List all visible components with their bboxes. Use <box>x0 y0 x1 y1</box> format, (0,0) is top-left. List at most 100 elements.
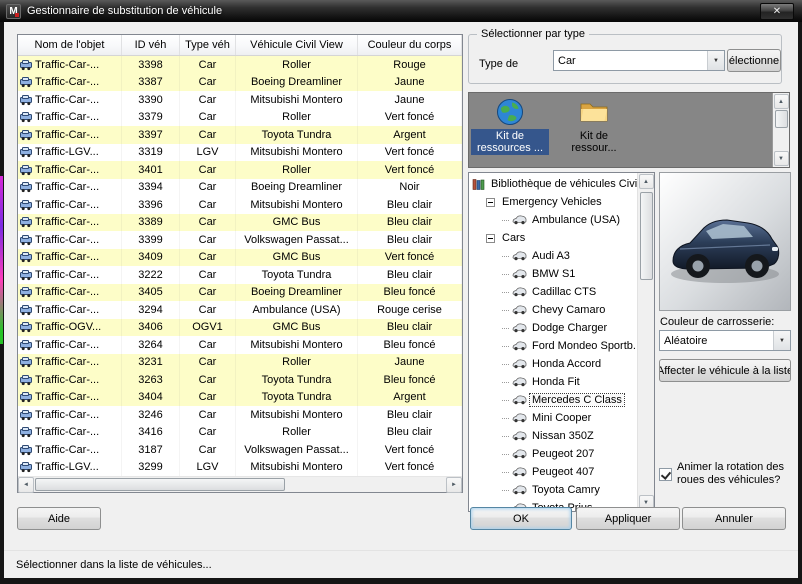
vehicle-object-icon <box>20 59 32 70</box>
tree-root[interactable]: Bibliothèque de véhicules Civil View <box>469 175 637 193</box>
column-header[interactable]: Type véh <box>180 35 236 55</box>
cell-vehicle-type: Car <box>180 406 236 424</box>
body-color-select[interactable]: Aléatoire ▼ <box>659 330 791 351</box>
status-bar: Sélectionner dans la liste de véhicules.… <box>4 550 798 578</box>
cell-vehicle-type: OGV1 <box>180 318 236 336</box>
column-header[interactable]: Nom de l'objet <box>18 35 122 55</box>
cell-body-color: Vert foncé <box>358 143 462 161</box>
table-row[interactable]: Traffic-Car-... 3396 Car Mitsubishi Montero… <box>18 196 462 214</box>
cell-vehicle-type: Car <box>180 213 236 231</box>
cell-object-name: Traffic-OGV... <box>18 318 122 336</box>
select-by-type-button[interactable]: électionne <box>727 49 781 72</box>
animate-wheels-checkbox[interactable] <box>659 467 672 481</box>
tree-item[interactable]: Nissan 350Z <box>469 427 637 445</box>
cell-object-name: Traffic-Car-... <box>18 388 122 406</box>
kit-v-scrollbar[interactable]: ▲ ▼ <box>772 93 789 167</box>
table-row[interactable]: Traffic-Car-... 3409 Car GMC Bus Vert foncé <box>18 248 462 266</box>
cell-civil-view-vehicle: Toyota Tundra <box>236 371 358 389</box>
vehicle-type-select[interactable]: Car ▼ <box>553 50 725 71</box>
tree-group[interactable]: Cars <box>469 229 637 247</box>
help-button[interactable]: Aide <box>17 507 101 530</box>
vehicle-object-icon <box>20 112 32 123</box>
resource-kit-item[interactable]: Kit de ressour... <box>555 96 633 164</box>
scroll-down-button[interactable]: ▼ <box>773 151 789 166</box>
table-row[interactable]: Traffic-Car-... 3390 Car Mitsubishi Montero… <box>18 91 462 109</box>
tree-item[interactable]: Cadillac CTS <box>469 283 637 301</box>
cell-body-color: Bleu clair <box>358 231 462 249</box>
table-row[interactable]: Traffic-OGV... 3406 OGV1 GMC Bus Bleu clair <box>18 318 462 336</box>
resource-kit-item[interactable]: Kit de ressources ... <box>471 96 549 164</box>
table-row[interactable]: Traffic-Car-... 3379 Car Roller Vert foncé <box>18 108 462 126</box>
cell-body-color: Bleu clair <box>358 423 462 441</box>
tree-item[interactable]: Chevy Camaro <box>469 301 637 319</box>
scroll-up-button[interactable]: ▲ <box>773 94 789 109</box>
chevron-down-icon[interactable]: ▼ <box>707 51 724 70</box>
tree-item[interactable]: Dodge Charger <box>469 319 637 337</box>
table-row[interactable]: Traffic-Car-... 3398 Car Roller Rouge <box>18 56 462 74</box>
h-scrollbar[interactable]: ◄ ► <box>18 476 462 493</box>
table-row[interactable]: Traffic-Car-... 3401 Car Roller Vert foncé <box>18 161 462 179</box>
table-row[interactable]: Traffic-Car-... 3397 Car Toyota Tundra Argen… <box>18 126 462 144</box>
cell-object-name: Traffic-Car-... <box>18 231 122 249</box>
table-row[interactable]: Traffic-Car-... 3399 Car Volkswagen Passat.… <box>18 231 462 249</box>
titlebar[interactable]: M Gestionnaire de substitution de véhicu… <box>0 0 802 22</box>
cell-body-color: Bleu clair <box>358 266 462 284</box>
cell-object-name: Traffic-Car-... <box>18 108 122 126</box>
scroll-right-button[interactable]: ► <box>446 476 462 493</box>
car-icon <box>512 467 527 477</box>
table-row[interactable]: Traffic-Car-... 3222 Car Toyota Tundra Bleu … <box>18 266 462 284</box>
cell-object-name: Traffic-Car-... <box>18 196 122 214</box>
collapse-icon[interactable] <box>486 233 495 243</box>
cancel-button[interactable]: Annuler <box>682 507 786 530</box>
car-preview-image <box>660 173 790 310</box>
chevron-down-icon[interactable]: ▼ <box>773 331 790 350</box>
cell-vehicle-id: 3416 <box>122 423 180 441</box>
table-row[interactable]: Traffic-Car-... 3394 Car Boeing Dreamliner N… <box>18 178 462 196</box>
h-scroll-thumb[interactable] <box>35 478 285 491</box>
tree-group[interactable]: Emergency Vehicles <box>469 193 637 211</box>
table-row[interactable]: Traffic-Car-... 3187 Car Volkswagen Passat.… <box>18 441 462 459</box>
tree-item[interactable]: Peugeot 407 <box>469 463 637 481</box>
tree-item[interactable]: Audi A3 <box>469 247 637 265</box>
tree-v-scrollbar[interactable]: ▲ ▼ <box>637 173 654 511</box>
tree-item[interactable]: Ambulance (USA) <box>469 211 637 229</box>
tree-connector <box>502 417 510 419</box>
apply-button[interactable]: Appliquer <box>576 507 680 530</box>
table-row[interactable]: Traffic-Car-... 3294 Car Ambulance (USA) Rou… <box>18 301 462 319</box>
tree-item[interactable]: BMW S1 <box>469 265 637 283</box>
cell-civil-view-vehicle: Volkswagen Passat... <box>236 231 358 249</box>
column-header[interactable]: Véhicule Civil View <box>236 35 358 55</box>
tree-item[interactable]: Peugeot 207 <box>469 445 637 463</box>
assign-vehicle-button[interactable]: Affecter le véhicule à la liste <box>659 359 791 382</box>
tree-item[interactable]: Honda Fit <box>469 373 637 391</box>
close-button[interactable]: ✕ <box>760 2 794 20</box>
tree-item[interactable]: Ford Mondeo Sportb... <box>469 337 637 355</box>
kit-scroll-thumb[interactable] <box>774 110 788 128</box>
tree-scroll-thumb[interactable] <box>639 192 653 280</box>
table-row[interactable]: Traffic-Car-... 3389 Car GMC Bus Bleu clair <box>18 213 462 231</box>
tree-item[interactable]: Toyota Camry <box>469 481 637 499</box>
cell-vehicle-id: 3409 <box>122 248 180 266</box>
table-row[interactable]: Traffic-Car-... 3404 Car Toyota Tundra Argen… <box>18 388 462 406</box>
column-header[interactable]: ID véh <box>122 35 180 55</box>
ok-button[interactable]: OK <box>470 507 572 530</box>
cell-object-name: Traffic-Car-... <box>18 406 122 424</box>
table-row[interactable]: Traffic-Car-... 3231 Car Roller Jaune <box>18 353 462 371</box>
cell-vehicle-id: 3398 <box>122 56 180 74</box>
table-row[interactable]: Traffic-Car-... 3264 Car Mitsubishi Montero… <box>18 336 462 354</box>
table-row[interactable]: Traffic-Car-... 3416 Car Roller Bleu clair <box>18 423 462 441</box>
collapse-icon[interactable] <box>486 197 495 207</box>
column-header[interactable]: Couleur du corps <box>358 35 462 55</box>
table-row[interactable]: Traffic-LGV... 3299 LGV Mitsubishi Montero V… <box>18 458 462 476</box>
tree-item[interactable]: Mercedes C Class <box>469 391 637 409</box>
table-row[interactable]: Traffic-Car-... 3405 Car Boeing Dreamliner B… <box>18 283 462 301</box>
table-row[interactable]: Traffic-Car-... 3263 Car Toyota Tundra Bleu … <box>18 371 462 389</box>
scroll-left-button[interactable]: ◄ <box>18 476 34 493</box>
tree-item[interactable]: Mini Cooper <box>469 409 637 427</box>
table-row[interactable]: Traffic-Car-... 3387 Car Boeing Dreamliner J… <box>18 73 462 91</box>
tree-item[interactable]: Honda Accord <box>469 355 637 373</box>
table-row[interactable]: Traffic-Car-... 3246 Car Mitsubishi Montero… <box>18 406 462 424</box>
table-row[interactable]: Traffic-LGV... 3319 LGV Mitsubishi Montero V… <box>18 143 462 161</box>
cell-vehicle-type: Car <box>180 266 236 284</box>
scroll-up-button[interactable]: ▲ <box>638 174 654 189</box>
